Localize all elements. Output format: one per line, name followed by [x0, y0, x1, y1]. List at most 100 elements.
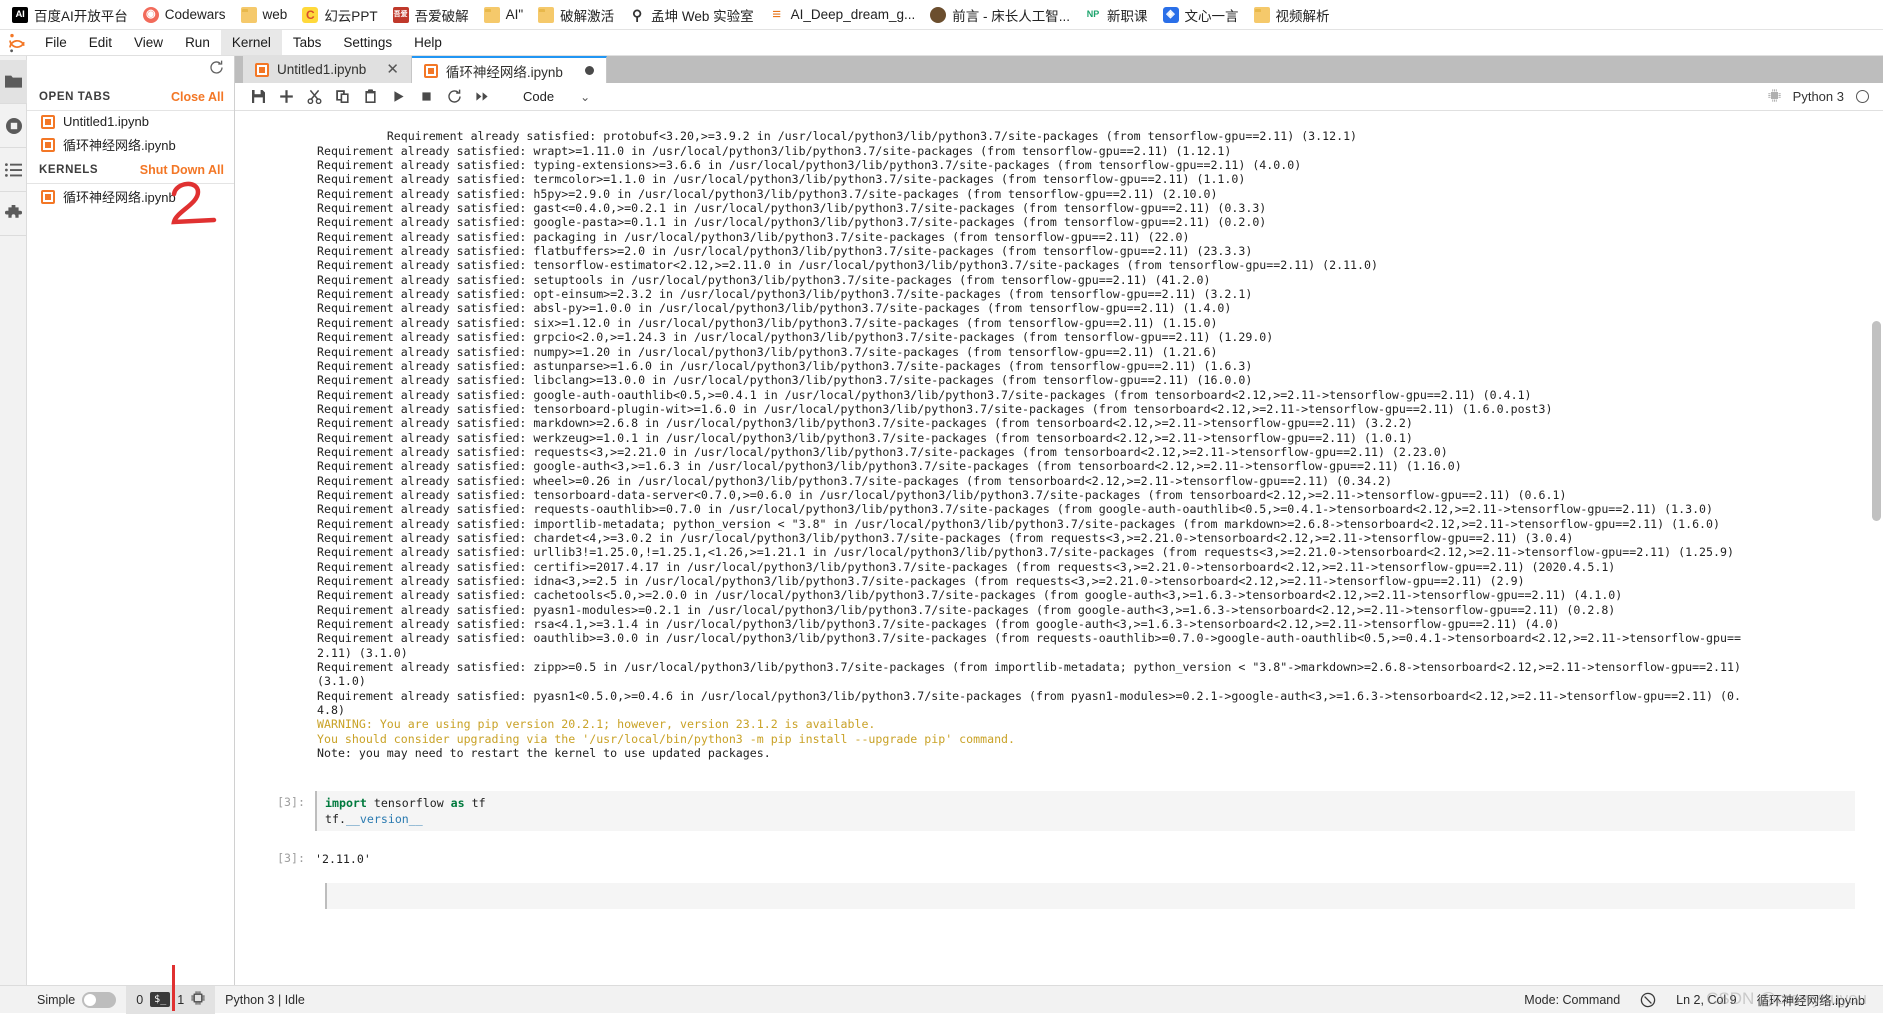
bookmark-label: 视频解析 — [1275, 8, 1330, 24]
scrollbar-thumb[interactable] — [1872, 321, 1881, 521]
pip-requirement-lines: Requirement already satisfied: protobuf<… — [317, 129, 1741, 718]
cut-button[interactable] — [301, 85, 327, 109]
bookmark-item[interactable]: AI 百度AI开放平台 — [6, 3, 137, 27]
bookmark-item[interactable]: AI" — [478, 5, 533, 25]
bookmark-item[interactable]: 前言 - 床长人工智... — [924, 3, 1079, 27]
cell-type-value: Code — [523, 89, 555, 104]
notebook-icon — [41, 137, 55, 152]
dock-tab[interactable]: 循环神经网络.ipynb — [411, 56, 607, 83]
bookmark-label: 破解激活 — [560, 8, 615, 24]
code-cell[interactable]: [3]: import tensorflow as tf tf.__versio… — [239, 790, 1883, 831]
terminals-status[interactable]: 0 $_ 1 — [126, 986, 215, 1014]
status-bar-right: Mode: Command Ln 2, Col 9 循环神经网络.ipynb — [1514, 986, 1875, 1014]
bookmark-item[interactable]: ◉ Codewars — [137, 5, 235, 25]
bookmark-label: web — [262, 7, 288, 22]
file-browser-icon[interactable] — [0, 60, 27, 104]
bookmark-label: 孟坤 Web 实验室 — [651, 8, 754, 24]
list-item[interactable]: 循环神经网络.ipynb — [27, 132, 234, 157]
bookmark-item[interactable]: NP 新职课 — [1079, 3, 1157, 27]
toggle-switch[interactable] — [82, 991, 117, 1008]
section-action-button[interactable]: Shut Down All — [140, 163, 224, 177]
menu-settings[interactable]: Settings — [332, 30, 403, 55]
no-errors-icon[interactable] — [1630, 986, 1666, 1014]
browser-bookmark-bar: AI 百度AI开放平台 ◉ Codewars web C 幻云PPT 吾爱 吾爱破解 AI" 破解激… — [0, 0, 1883, 30]
stop-button[interactable] — [413, 85, 439, 109]
simple-interface-toggle[interactable]: Simple — [27, 986, 126, 1014]
kernel-chip-icon-status — [191, 991, 205, 1008]
status-counters-group: 0 $_ 1 — [126, 985, 216, 1014]
restart-run-all-button[interactable] — [469, 85, 495, 109]
list-item[interactable]: Untitled1.ipynb — [27, 111, 234, 132]
status-bar: Simple 0 $_ 1 Python 3 | Idle Mode: Comm… — [0, 985, 1883, 1014]
bookmark-item[interactable]: 吾爱 吾爱破解 — [387, 3, 478, 27]
bookmark-label: 百度AI开放平台 — [34, 8, 128, 24]
save-button[interactable] — [245, 85, 271, 109]
bookmark-item[interactable]: ◈ 文心一言 — [1157, 3, 1248, 27]
paste-button[interactable] — [357, 85, 383, 109]
globe-icon — [930, 6, 947, 23]
notebook-cells-container: Requirement already satisfied: protobuf<… — [239, 111, 1883, 985]
unsaved-indicator-icon[interactable] — [584, 66, 594, 75]
list-item[interactable]: 循环神经网络.ipynb — [27, 184, 234, 209]
bookmark-item[interactable]: web — [235, 5, 297, 25]
kernel-count: 1 — [177, 992, 185, 1007]
bookmark-label: Codewars — [164, 7, 226, 22]
bookmark-label: 吾爱破解 — [414, 8, 469, 24]
copy-button[interactable] — [329, 85, 355, 109]
output-value: '2.11.0' — [315, 851, 371, 866]
refresh-icon[interactable] — [209, 60, 224, 80]
panel-section-list: Untitled1.ipynb 循环神经网络.ipynb — [27, 110, 234, 157]
notebook-icon — [255, 62, 269, 77]
cell-output-result: [3]: '2.11.0' — [239, 847, 1883, 867]
cursor-position-label: Ln 2, Col 9 — [1676, 992, 1737, 1007]
menu-file[interactable]: File — [34, 30, 78, 55]
running-terminals-icon[interactable] — [0, 104, 27, 148]
dock-tab[interactable]: Untitled1.ipynb ✕ — [243, 56, 412, 83]
bookmark-label: 前言 - 床长人工智... — [952, 8, 1070, 24]
bookmark-item[interactable]: 破解激活 — [532, 3, 623, 27]
toolbar-right-group: Python 3 — [1767, 88, 1875, 105]
list-item-label: 循环神经网络.ipynb — [63, 138, 176, 153]
running-sessions-panel: OPEN TABS Close All Untitled1.ipynb 循环神经网络.… — [27, 56, 235, 985]
close-icon[interactable]: ✕ — [386, 62, 399, 77]
menu-kernel[interactable]: Kernel — [220, 30, 282, 55]
dock-tab-label: Untitled1.ipynb — [277, 62, 367, 77]
bookmark-item[interactable]: ≡ AI_Deep_dream_g... — [763, 5, 925, 25]
status-bar-left: Simple 0 $_ 1 Python 3 | Idle — [0, 985, 315, 1014]
extension-manager-icon[interactable] — [0, 192, 27, 236]
panel-section-list: 循环神经网络.ipynb — [27, 183, 234, 209]
wuaipojie-icon: 吾爱 — [392, 6, 409, 23]
folder-icon — [1253, 6, 1270, 23]
cell-editor[interactable]: import tensorflow as tf tf.__version__ — [315, 790, 1855, 831]
run-button[interactable] — [385, 85, 411, 109]
editor-mode-label: Mode: Command — [1524, 992, 1621, 1007]
section-title: KERNELS — [39, 164, 99, 176]
terminal-icon: $_ — [150, 992, 171, 1007]
output-prompt: [3]: — [277, 850, 305, 865]
jupyter-logo-icon — [0, 30, 34, 55]
insert-cell-button[interactable] — [273, 85, 299, 109]
kernel-chip-icon — [1767, 88, 1781, 105]
section-action-button[interactable]: Close All — [171, 90, 224, 104]
bookmark-item[interactable]: ⚲ 孟坤 Web 实验室 — [623, 3, 763, 27]
kernel-name-label[interactable]: Python 3 — [1793, 89, 1844, 104]
notebook-vertical-scrollbar[interactable] — [1870, 111, 1883, 985]
cell-type-dropdown[interactable]: Code ⌄ — [517, 87, 596, 106]
menu-help[interactable]: Help — [403, 30, 453, 55]
menu-tabs[interactable]: Tabs — [282, 30, 333, 55]
restart-button[interactable] — [441, 85, 467, 109]
notebook-icon — [41, 114, 55, 129]
bookmark-item[interactable]: C 幻云PPT — [296, 3, 386, 27]
menu-edit[interactable]: Edit — [78, 30, 123, 55]
menu-view[interactable]: View — [123, 30, 174, 55]
menu-run[interactable]: Run — [174, 30, 221, 55]
table-of-contents-icon[interactable] — [0, 148, 27, 192]
bookmark-label: AI" — [505, 7, 524, 22]
menu-lines-icon: ≡ — [772, 6, 782, 23]
sidebar-icon-rail — [0, 56, 27, 985]
notebook-toolbar: Code ⌄ Python 3 — [235, 83, 1883, 111]
empty-code-cell[interactable] — [325, 882, 1855, 909]
code-line2-head: tf. — [325, 811, 346, 826]
bookmark-item[interactable]: 视频解析 — [1248, 3, 1339, 27]
chevron-down-icon: ⌄ — [580, 89, 591, 104]
